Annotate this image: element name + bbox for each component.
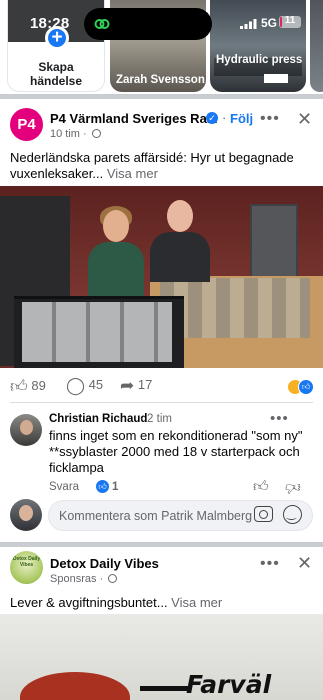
- comment-input[interactable]: Kommentera som Patrik Malmberg: [48, 500, 313, 531]
- ad-meta: Sponsras ·: [50, 573, 118, 585]
- like-count: 89: [31, 378, 46, 393]
- close-icon[interactable]: ✕: [297, 109, 312, 130]
- globe-icon: [108, 574, 118, 583]
- ad-page-name[interactable]: Detox Daily Vibes: [50, 556, 159, 571]
- status-bar: 18:28 5G 11: [0, 0, 323, 40]
- comment-like-count: 1: [112, 481, 119, 493]
- post-time: 10 tim: [50, 128, 80, 140]
- commenter-avatar[interactable]: [10, 414, 42, 446]
- link-icon: [94, 19, 110, 29]
- downvote-icon[interactable]: 👍︎: [285, 478, 301, 496]
- emoji-icon[interactable]: [283, 505, 302, 524]
- like-action[interactable]: 👍︎ 89: [10, 376, 46, 397]
- image-bin-contents: [22, 302, 172, 362]
- feed-divider: [0, 542, 323, 547]
- avatar-face: [20, 420, 33, 435]
- ad-image-organ: [20, 672, 130, 700]
- comment-action[interactable]: ◯ 45: [66, 376, 103, 396]
- globe-icon: [91, 129, 101, 138]
- like-badge-icon: 👍︎: [96, 480, 109, 493]
- share-arrow-icon: ➦: [120, 376, 135, 395]
- see-more-link[interactable]: Visa mer: [171, 595, 222, 610]
- verified-badge-icon: ✓: [206, 112, 218, 124]
- person-body: [150, 232, 210, 282]
- ad-avatar-text: Detox Daily Vibes: [12, 556, 41, 568]
- story-name: Hydraulic press: [216, 54, 303, 66]
- dynamic-island: [84, 8, 212, 40]
- my-avatar: [10, 499, 42, 531]
- post-image[interactable]: [0, 186, 323, 368]
- ad-text: Lever & avgiftningsbuntet... Visa mer: [10, 595, 222, 610]
- image-person-man: [150, 200, 210, 282]
- share-count: 17: [137, 377, 153, 392]
- sponsored-label: Sponsras: [50, 573, 97, 585]
- battery-level: 11: [284, 15, 296, 26]
- comment-time-value: 2 tim: [147, 413, 172, 425]
- upvote-icon[interactable]: 👍︎: [253, 478, 269, 496]
- image-person-woman: [88, 206, 144, 302]
- network-label: 5G: [261, 16, 278, 30]
- clock: 18:28: [30, 15, 70, 32]
- more-options-icon[interactable]: •••: [260, 110, 280, 128]
- post-header: P4 P4 Värmland Sveriges Ra... ✓ · Följ 1…: [0, 101, 323, 147]
- battery-icon: 11: [279, 15, 301, 28]
- person-body: [88, 242, 144, 302]
- comment-more-icon[interactable]: •••: [270, 410, 289, 427]
- create-event-label: Skapa händelse: [29, 60, 83, 88]
- story-overlay-display: [264, 74, 288, 83]
- ad-headline: Farväl: [186, 670, 272, 699]
- more-options-icon[interactable]: •••: [260, 555, 280, 573]
- comment-input-placeholder: Kommentera som Patrik Malmberg: [59, 509, 253, 523]
- image-cabinet: [250, 204, 298, 279]
- ad-image[interactable]: Farväl: [0, 614, 323, 700]
- signal-icon: [240, 19, 257, 29]
- comment-time: · 2 tim: [140, 413, 172, 425]
- page-avatar[interactable]: P4: [10, 108, 43, 141]
- follow-button[interactable]: Följ: [230, 111, 253, 126]
- ad-image-bar: [140, 686, 190, 691]
- ad-body: Lever & avgiftningsbuntet...: [10, 595, 168, 610]
- like-reaction-icon: 👍︎: [298, 379, 314, 395]
- post-text: Nederländska parets affärsidé: Hyr ut be…: [10, 150, 313, 182]
- see-more-link[interactable]: Visa mer: [107, 166, 158, 181]
- share-action[interactable]: ➦ 17: [120, 376, 152, 396]
- close-icon[interactable]: ✕: [297, 553, 312, 574]
- person-head: [103, 210, 129, 242]
- reaction-summary[interactable]: 👍︎: [287, 379, 317, 395]
- separator: ·: [222, 110, 227, 125]
- feed-divider: [0, 94, 323, 99]
- page-name[interactable]: P4 Värmland Sveriges Ra...: [50, 111, 218, 126]
- ad-avatar[interactable]: Detox Daily Vibes: [10, 551, 43, 584]
- avatar-face: [19, 505, 33, 521]
- camera-icon[interactable]: [254, 506, 273, 522]
- story-name: Zarah Svensson: [116, 74, 205, 86]
- comment-count: 45: [88, 377, 104, 392]
- divider: [10, 402, 313, 403]
- person-head: [167, 200, 193, 232]
- thumbs-up-icon: 👍︎: [10, 377, 28, 396]
- comment-bubble-icon: ◯: [66, 376, 86, 395]
- post-meta: 10 tim ·: [50, 128, 101, 140]
- reply-button[interactable]: Svara: [49, 481, 79, 493]
- comment-author[interactable]: Christian Richaud: [49, 413, 147, 425]
- comment-text: finns inget som en rekonditionerad "som …: [49, 428, 303, 475]
- reactions-bar: 👍︎ 89 ◯ 45 ➦ 17 👍︎: [0, 374, 323, 398]
